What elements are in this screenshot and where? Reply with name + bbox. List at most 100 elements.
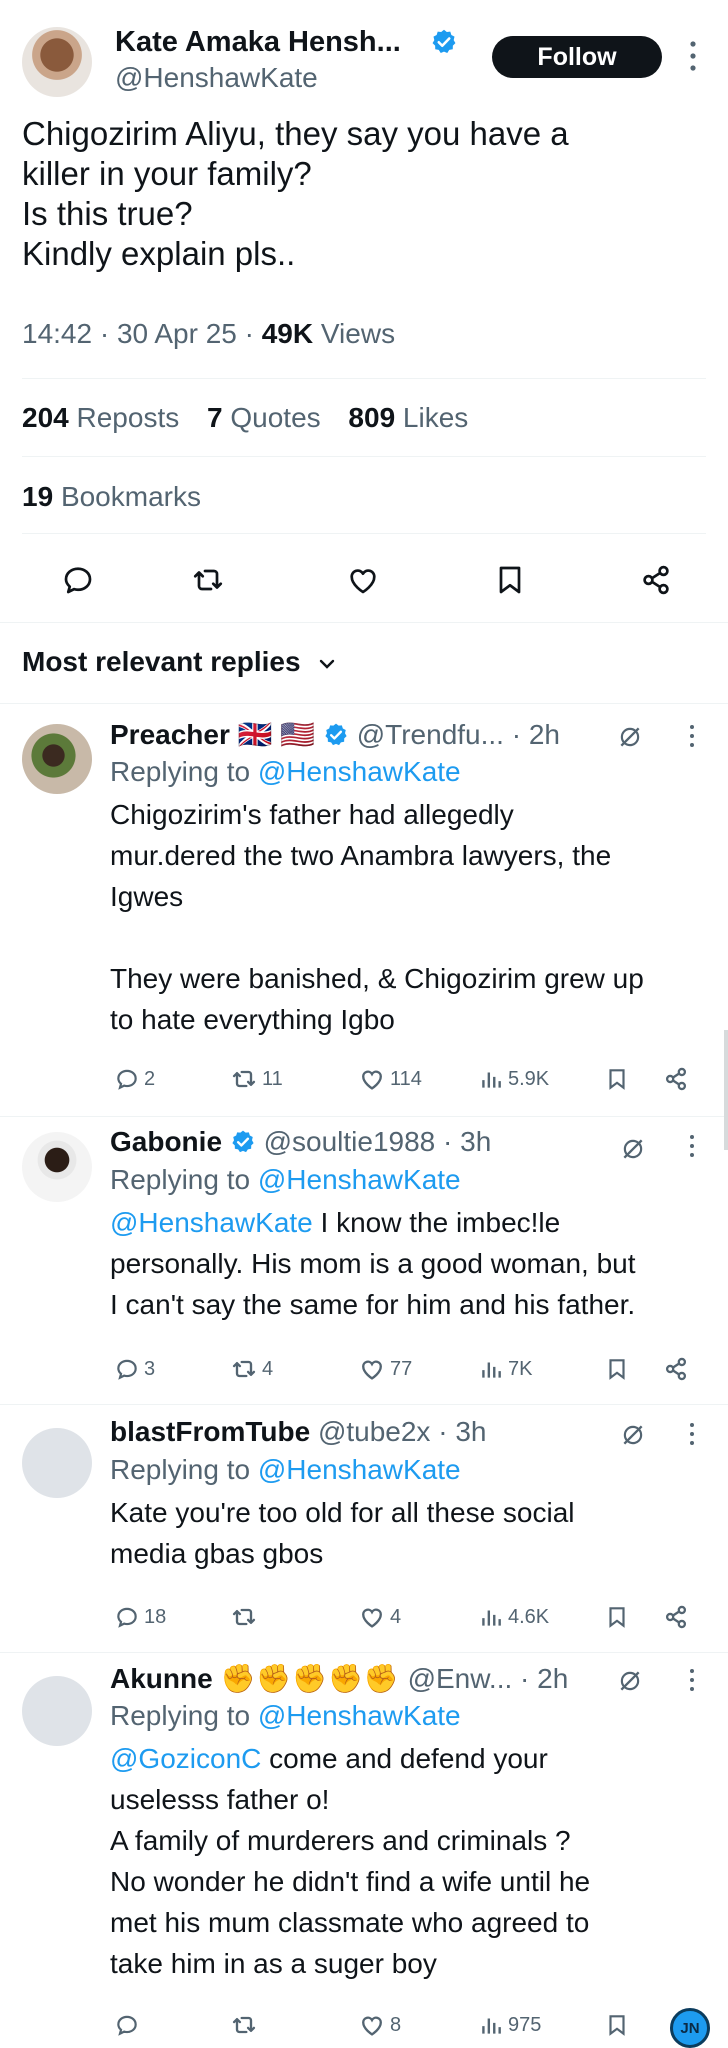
reply-header: Preacher 🇬🇧 🇺🇸 @Trendfu... · 2h (110, 718, 560, 751)
reply-icon[interactable] (60, 562, 96, 598)
like-icon (362, 1608, 382, 1628)
tweet-meta: 14:42 · 30 Apr 25 · 49K Views (22, 318, 396, 349)
replying-to-prefix: Replying to (110, 1164, 251, 1195)
reply-author-name[interactable]: Gabonie (110, 1126, 222, 1157)
verified-badge-icon (230, 1129, 256, 1155)
reply-handle[interactable]: @Enw... (408, 1663, 513, 1694)
reply-comment-button[interactable]: 2 (114, 1064, 155, 1094)
reply-repost-button[interactable]: 4 (230, 1354, 273, 1384)
like-icon[interactable] (345, 562, 381, 598)
replying-to-handle[interactable]: @HenshawKate (258, 756, 461, 787)
reply-bookmark-button[interactable] (604, 1354, 634, 1384)
reply-repost-button[interactable] (230, 2010, 262, 2040)
views-icon (482, 1610, 501, 1626)
chevron-down-icon (318, 657, 336, 671)
reply-views-count: 975 (508, 2013, 542, 2036)
reply-repost-button[interactable] (230, 1602, 262, 1632)
reply-views-button[interactable]: 975 (478, 2010, 541, 2040)
scrollbar-thumb[interactable] (724, 1030, 728, 1150)
grok-icon[interactable] (620, 1422, 646, 1448)
more-options-icon[interactable] (688, 722, 696, 750)
replying-to: Replying to @HenshawKate (110, 1700, 461, 1732)
reply-handle[interactable]: @Trendfu... (357, 719, 504, 750)
bookmark-icon[interactable] (492, 562, 528, 598)
bookmark-icon (609, 1607, 625, 1628)
reply-bookmark-button[interactable] (604, 1602, 634, 1632)
reply-handle[interactable]: @tube2x (318, 1416, 431, 1447)
reply-time[interactable]: · 2h (520, 1663, 568, 1694)
reply-repost-button[interactable]: 11 (230, 1064, 283, 1094)
grok-icon[interactable] (620, 1136, 646, 1162)
reply-icon (117, 1607, 137, 1628)
reply-avatar[interactable] (22, 1132, 92, 1202)
more-options-icon[interactable] (688, 38, 698, 74)
reply-time[interactable]: · 2h (512, 719, 560, 750)
reply-share-button[interactable] (662, 1064, 694, 1094)
author-avatar[interactable] (22, 27, 92, 97)
replying-to-handle[interactable]: @HenshawKate (258, 1700, 461, 1731)
like-icon (362, 2016, 382, 2036)
reply-like-button[interactable]: 8 (358, 2010, 401, 2040)
reply-share-button[interactable] (662, 1602, 694, 1632)
reply-header: Akunne ✊✊✊✊✊ @Enw... · 2h (110, 1662, 568, 1695)
share-icon (665, 1357, 687, 1381)
tweet-time[interactable]: 14:42 (22, 318, 92, 349)
reply-text-line: uselesss father o! (110, 1784, 330, 1815)
verified-badge-icon (430, 28, 458, 56)
reply-comment-button[interactable]: 3 (114, 1354, 155, 1384)
grok-icon[interactable] (617, 724, 643, 750)
more-options-icon[interactable] (688, 1420, 696, 1448)
follow-button[interactable]: Follow (492, 36, 662, 78)
reply-time[interactable]: · 3h (443, 1126, 491, 1157)
reply-avatar[interactable] (22, 1676, 92, 1746)
reply-views-button[interactable]: 5.9K (478, 1064, 549, 1094)
reply-text-fragment: come and defend your (261, 1743, 548, 1774)
reposts-stat[interactable]: 204 Reposts (22, 402, 179, 433)
reply-author-name[interactable]: blastFromTube (110, 1416, 310, 1447)
more-options-icon[interactable] (688, 1666, 696, 1694)
reply-comment-button[interactable] (114, 2010, 144, 2040)
reply-mention[interactable]: @GoziconC (110, 1743, 261, 1774)
replying-to-handle[interactable]: @HenshawKate (258, 1454, 461, 1485)
like-icon (362, 1070, 382, 1090)
reply-time[interactable]: · 3h (438, 1416, 486, 1447)
grok-icon[interactable] (617, 1668, 643, 1694)
share-icon[interactable] (638, 562, 674, 598)
reply-text: Kate you're too old for all these social… (110, 1492, 710, 1574)
reply-views-button[interactable]: 4.6K (478, 1602, 549, 1632)
reply-author-name[interactable]: Akunne (110, 1663, 213, 1694)
replying-to-handle[interactable]: @HenshawKate (258, 1164, 461, 1195)
reply-comment-button[interactable]: 18 (114, 1602, 166, 1632)
reply-like-button[interactable]: 77 (358, 1354, 412, 1384)
reply-like-button[interactable]: 114 (358, 1064, 422, 1094)
bookmarks-stat[interactable]: 19 Bookmarks (22, 481, 201, 513)
reply-comment-count: 3 (144, 1357, 156, 1380)
reply-bookmark-button[interactable] (604, 1064, 634, 1094)
reply-avatar[interactable] (22, 724, 92, 794)
reply-text: @HenshawKate I know the imbec!le persona… (110, 1202, 710, 1325)
reply-text-line: mur.dered the two Anambra lawyers, the (110, 840, 612, 871)
reply-mention[interactable]: @HenshawKate (110, 1207, 313, 1238)
repost-icon (232, 2016, 256, 2034)
reply-text-fragment: I know the imbec!le (312, 1207, 561, 1238)
reply-share-button[interactable] (662, 1354, 694, 1384)
more-options-icon[interactable] (688, 1132, 696, 1160)
tweet-date[interactable]: 30 Apr 25 (117, 318, 237, 349)
reply-like-button[interactable]: 4 (358, 1602, 401, 1632)
replies-sort-dropdown[interactable]: Most relevant replies (22, 646, 336, 678)
author-handle[interactable]: @HenshawKate (115, 62, 318, 94)
reply-text-line: personally. His mom is a good woman, but (110, 1248, 636, 1279)
divider (0, 703, 728, 704)
author-name[interactable]: Kate Amaka Hensh... (115, 26, 401, 59)
reply-bookmark-button[interactable] (604, 2010, 634, 2040)
reply-author-name[interactable]: Preacher (110, 719, 230, 750)
replying-to-prefix: Replying to (110, 1454, 251, 1485)
quotes-stat[interactable]: 7 Quotes (207, 402, 321, 433)
repost-icon[interactable] (190, 562, 226, 598)
reply-icon (117, 1069, 137, 1090)
reply-text-line: Kate you're too old for all these social (110, 1497, 575, 1528)
reply-avatar[interactable] (22, 1428, 92, 1498)
reply-views-button[interactable]: 7K (478, 1354, 532, 1384)
reply-handle[interactable]: @soultie1988 (264, 1126, 436, 1157)
likes-stat[interactable]: 809 Likes (348, 402, 468, 433)
